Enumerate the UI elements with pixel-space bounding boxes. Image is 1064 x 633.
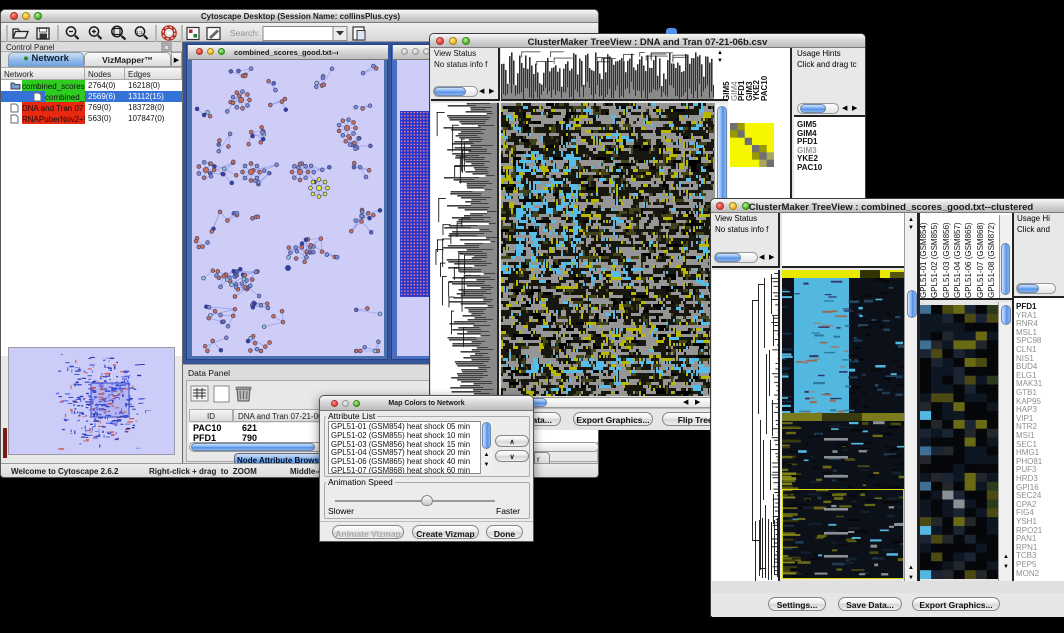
svg-text:1:1: 1:1 — [136, 30, 143, 35]
svg-text:Search:: Search: — [230, 28, 259, 38]
